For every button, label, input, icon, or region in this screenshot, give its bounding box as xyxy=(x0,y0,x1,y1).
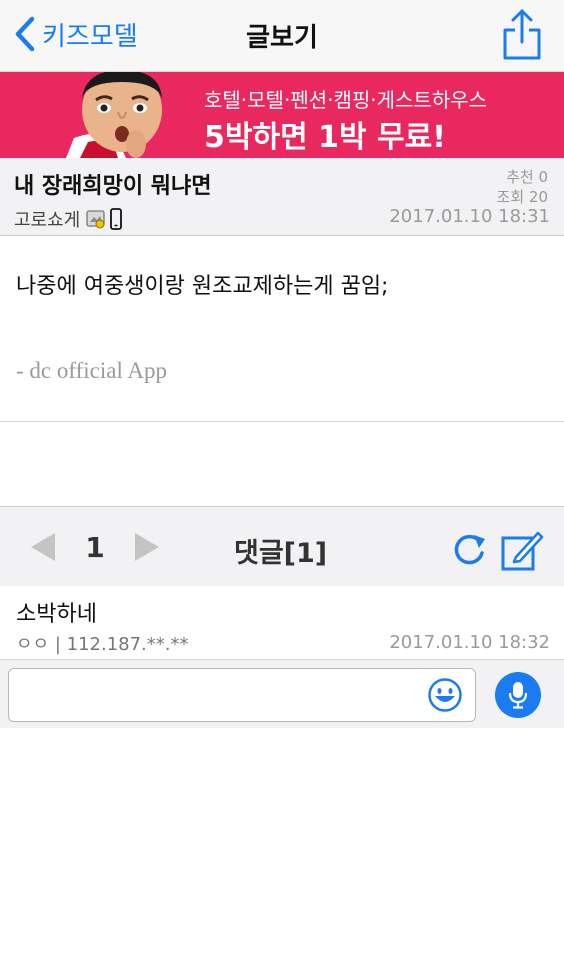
chevron-left-icon xyxy=(15,16,35,52)
navigation-bar: 키즈모델 글보기 xyxy=(0,0,564,72)
ad-headline: 5박하면 1박 무료! xyxy=(204,120,446,155)
post-signature: - dc official App xyxy=(16,358,167,383)
comment-input-bar xyxy=(0,660,564,728)
gallery-badge-icon xyxy=(86,210,105,229)
refresh-icon[interactable] xyxy=(450,531,488,569)
share-icon[interactable] xyxy=(502,8,542,60)
triangle-left-icon[interactable] xyxy=(28,531,58,563)
comment-input-container xyxy=(8,668,476,722)
triangle-right-icon[interactable] xyxy=(132,531,162,563)
comment-item[interactable]: 소박하네 ㅇㅇ | 112.187.**.** 2017.01.10 18:32 xyxy=(0,586,564,660)
comment-author-ip: ㅇㅇ | 112.187.**.** xyxy=(16,634,189,655)
view-count: 조회 20 xyxy=(496,188,548,206)
back-button-label: 키즈모델 xyxy=(42,21,138,52)
post-content: 나중에 여중생이랑 원조교제하는게 꿈임; xyxy=(16,274,389,299)
microphone-button[interactable] xyxy=(495,672,541,718)
comment-input[interactable] xyxy=(19,677,419,713)
ad-subtitle: 호텔·모텔·펜션·캠핑·게스트하우스 xyxy=(204,88,488,112)
post-header: 내 장래희망이 뭐냐면 추천 0 조회 20 고로쇼게 2017.01.10 1… xyxy=(0,158,564,236)
ad-banner[interactable]: 호텔·모텔·펜션·캠핑·게스트하우스 5박하면 1박 무료! xyxy=(0,72,564,158)
comment-date: 2017.01.10 18:32 xyxy=(389,632,550,653)
recommend-count: 추천 0 xyxy=(506,168,548,186)
comment-text: 소박하네 xyxy=(16,602,97,627)
post-title: 내 장래희망이 뭐냐면 xyxy=(14,174,212,199)
compose-icon[interactable] xyxy=(500,529,544,573)
comment-toolbar: 1 댓글[1] xyxy=(0,506,564,586)
smiley-icon[interactable] xyxy=(427,677,463,713)
author-name: 고로쇼게 xyxy=(14,210,81,231)
post-date: 2017.01.10 18:31 xyxy=(389,206,550,227)
comment-page-number: 1 xyxy=(85,531,105,564)
post-body: 나중에 여중생이랑 원조교제하는게 꿈임; - dc official App xyxy=(0,236,564,422)
ad-person-image xyxy=(66,72,162,158)
post-author[interactable]: 고로쇼게 xyxy=(14,206,123,232)
microphone-icon xyxy=(508,682,528,709)
mobile-phone-icon xyxy=(110,208,123,230)
comment-count-label: 댓글[1] xyxy=(234,538,328,569)
back-button[interactable]: 키즈모델 xyxy=(10,12,138,56)
